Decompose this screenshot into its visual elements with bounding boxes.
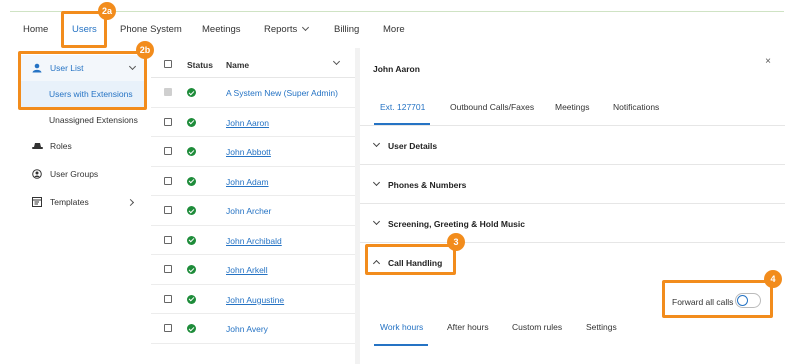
user-name-link[interactable]: John Avery xyxy=(226,324,268,334)
user-name-link[interactable]: A System New (Super Admin) xyxy=(226,88,338,98)
table-row[interactable]: John Archibald xyxy=(151,226,355,255)
table-row[interactable]: John Archer xyxy=(151,196,355,226)
chevron-down-icon xyxy=(372,217,381,226)
subtab-settings[interactable]: Settings xyxy=(586,322,617,332)
status-active-icon xyxy=(187,88,196,97)
section-label: Screening, Greeting & Hold Music xyxy=(388,219,525,229)
status-active-icon xyxy=(187,206,196,215)
nav-home[interactable]: Home xyxy=(23,24,48,35)
chevron-down-icon xyxy=(372,139,381,148)
status-active-icon xyxy=(187,324,196,333)
chevron-down-icon xyxy=(302,23,310,32)
section-user-details[interactable]: User Details xyxy=(360,126,785,165)
row-checkbox[interactable] xyxy=(164,176,172,185)
callout-box-3 xyxy=(365,244,456,275)
section-label: User Details xyxy=(388,141,438,151)
select-all-checkbox[interactable] xyxy=(164,60,172,68)
tab-notifications[interactable]: Notifications xyxy=(613,102,659,112)
column-header-status[interactable]: Status xyxy=(187,60,213,70)
tab-meetings[interactable]: Meetings xyxy=(555,102,590,112)
column-header-name[interactable]: Name xyxy=(226,60,249,70)
status-active-icon xyxy=(187,294,196,304)
sidebar-item-label: Unassigned Extensions xyxy=(49,115,138,125)
chevron-right-icon xyxy=(126,198,135,207)
table-row[interactable]: John Abbott xyxy=(151,137,355,167)
table-row[interactable]: A System New (Super Admin) xyxy=(151,78,355,108)
sidebar-item-user-groups[interactable]: User Groups xyxy=(18,161,145,187)
callout-badge-3: 3 xyxy=(447,233,465,251)
subtab-active-indicator xyxy=(374,344,428,346)
table-header: Status Name xyxy=(151,52,355,78)
user-name-link[interactable]: John Adam xyxy=(226,177,269,187)
status-active-icon xyxy=(187,235,196,245)
status-active-icon xyxy=(187,147,196,156)
hat-icon xyxy=(32,141,43,151)
status-active-icon xyxy=(187,265,196,274)
nav-meetings[interactable]: Meetings xyxy=(202,24,241,35)
subtab-custom-rules[interactable]: Custom rules xyxy=(512,322,562,332)
row-checkbox xyxy=(164,88,172,96)
section-label: Phones & Numbers xyxy=(388,180,467,190)
user-name-link[interactable]: John Archer xyxy=(226,206,271,216)
sidebar-item-label: Roles xyxy=(50,141,72,151)
table-row[interactable]: John Aaron xyxy=(151,108,355,137)
panel-title: John Aaron xyxy=(373,64,420,74)
detail-tabs: Ext. 127701 Outbound Calls/Faxes Meeting… xyxy=(360,90,785,126)
nav-reports-label: Reports xyxy=(264,24,298,35)
callout-badge-2b: 2b xyxy=(136,41,154,59)
nav-reports[interactable]: Reports xyxy=(264,23,310,35)
nav-phone-system[interactable]: Phone System xyxy=(120,24,182,35)
callout-box-2b xyxy=(18,51,147,110)
nav-more[interactable]: More xyxy=(383,24,405,35)
row-checkbox[interactable] xyxy=(164,265,172,273)
table-row[interactable]: John Adam xyxy=(151,167,355,196)
user-name-link[interactable]: John Arkell xyxy=(226,265,268,275)
table-row[interactable]: John Avery xyxy=(151,314,355,344)
status-active-icon xyxy=(187,176,196,186)
sort-chevron-icon[interactable] xyxy=(332,57,341,66)
subtab-after-hours[interactable]: After hours xyxy=(447,322,489,332)
chevron-down-icon xyxy=(372,178,381,187)
table-row[interactable]: John Augustine xyxy=(151,285,355,314)
row-checkbox[interactable] xyxy=(164,294,172,303)
callout-badge-2a: 2a xyxy=(98,2,116,20)
sidebar-item-roles[interactable]: Roles xyxy=(18,133,145,159)
close-icon[interactable]: × xyxy=(765,56,771,67)
subtab-work-hours[interactable]: Work hours xyxy=(380,322,423,332)
sidebar-item-label: User Groups xyxy=(50,169,99,179)
row-checkbox[interactable] xyxy=(164,206,172,214)
section-phones-numbers[interactable]: Phones & Numbers xyxy=(360,165,785,204)
section-screening-greeting-hold-music[interactable]: Screening, Greeting & Hold Music xyxy=(360,204,785,243)
row-checkbox[interactable] xyxy=(164,117,172,126)
template-icon xyxy=(32,197,42,207)
user-name-link[interactable]: John Augustine xyxy=(226,295,284,305)
sidebar-item-templates[interactable]: Templates xyxy=(18,189,145,215)
user-name-link[interactable]: John Abbott xyxy=(226,147,271,157)
row-checkbox[interactable] xyxy=(164,235,172,244)
callout-badge-4: 4 xyxy=(764,270,782,288)
sidebar-item-label: Templates xyxy=(50,197,89,207)
sidebar-item-unassigned-extensions[interactable]: Unassigned Extensions xyxy=(18,107,145,133)
nav-billing[interactable]: Billing xyxy=(334,24,359,35)
row-checkbox[interactable] xyxy=(164,147,172,155)
tab-active-indicator xyxy=(374,123,430,125)
table-row[interactable]: John Arkell xyxy=(151,255,355,285)
tab-extension[interactable]: Ext. 127701 xyxy=(380,102,425,112)
tab-outbound-calls-faxes[interactable]: Outbound Calls/Faxes xyxy=(450,102,534,112)
users-table: Status Name A System New (Super Admin) J… xyxy=(151,52,355,364)
user-groups-icon xyxy=(32,169,42,179)
callout-box-4 xyxy=(662,280,773,318)
user-name-link[interactable]: John Archibald xyxy=(226,236,282,246)
user-name-link[interactable]: John Aaron xyxy=(226,118,269,128)
row-checkbox[interactable] xyxy=(164,324,172,332)
status-active-icon xyxy=(187,117,196,127)
top-nav: Home Users Phone System Meetings Reports… xyxy=(0,12,800,48)
